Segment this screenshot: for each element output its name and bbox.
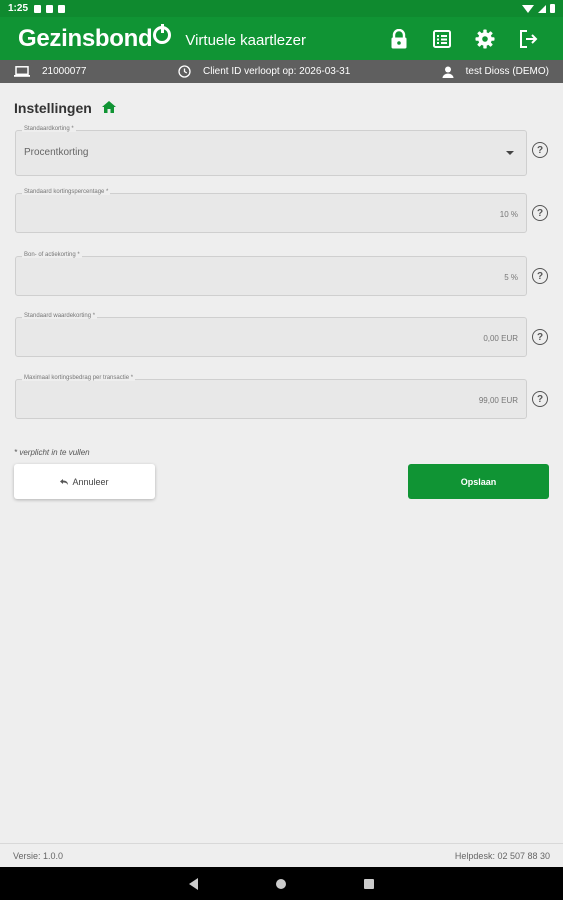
settings-form: Instellingen Standaardkorting * Procentk… bbox=[14, 98, 551, 499]
help-icon[interactable]: ? bbox=[532, 205, 548, 221]
dropdown-arrow-icon bbox=[506, 151, 514, 155]
field-label: Standaard kortingspercentage * bbox=[22, 189, 111, 195]
battery-icon bbox=[550, 4, 555, 13]
gear-icon bbox=[475, 29, 494, 48]
version-text: Versie: 1.0.0 bbox=[13, 850, 64, 861]
field-label: Bon- of actiekorting * bbox=[22, 252, 82, 258]
help-icon[interactable]: ? bbox=[532, 329, 548, 345]
required-note: * verplicht in te vullen bbox=[14, 448, 90, 457]
app-subtitle: Virtuele kaartlezer bbox=[185, 32, 306, 49]
device-id: 21000077 bbox=[42, 66, 87, 77]
field-value: 5 % bbox=[504, 273, 518, 282]
help-icon[interactable]: ? bbox=[532, 142, 548, 158]
laptop-icon bbox=[14, 66, 30, 77]
notification-icon bbox=[58, 4, 66, 13]
user-name: test Dioss (DEMO) bbox=[465, 66, 549, 77]
field-label: Standaardkorting * bbox=[22, 126, 76, 132]
field-value: 99,00 EUR bbox=[478, 396, 518, 405]
recents-icon[interactable] bbox=[364, 878, 374, 889]
status-bar: 1:25 bbox=[0, 0, 563, 17]
signal-icon bbox=[538, 4, 546, 13]
notification-icon bbox=[34, 4, 42, 13]
list-button[interactable] bbox=[420, 17, 463, 60]
page-title: Instellingen bbox=[14, 98, 551, 118]
brand-logo: Gezinsbond bbox=[18, 23, 172, 53]
logout-button[interactable] bbox=[506, 17, 549, 60]
system-nav-bar bbox=[0, 867, 563, 900]
wifi-icon bbox=[522, 4, 534, 13]
status-time: 1:25 bbox=[8, 3, 29, 14]
home-nav-icon[interactable] bbox=[276, 878, 286, 889]
user-icon bbox=[442, 66, 454, 78]
value-discount-field[interactable]: Standaard waardekorting * 0,00 EUR bbox=[15, 313, 527, 357]
field-label: Maximaal kortingsbedrag per transactie * bbox=[22, 375, 136, 381]
home-button[interactable] bbox=[101, 100, 116, 116]
field-value: 10 % bbox=[499, 210, 518, 219]
field-value: 0,00 EUR bbox=[483, 334, 518, 343]
cancel-button[interactable]: Annuleer bbox=[14, 464, 155, 499]
settings-button[interactable] bbox=[463, 17, 506, 60]
save-label: Opslaan bbox=[460, 476, 497, 487]
max-discount-field[interactable]: Maximaal kortingsbedrag per transactie *… bbox=[15, 375, 527, 419]
cancel-label: Annuleer bbox=[72, 476, 109, 487]
save-button[interactable]: Opslaan bbox=[408, 464, 549, 499]
list-icon bbox=[432, 29, 451, 48]
help-icon[interactable]: ? bbox=[532, 268, 548, 284]
voucher-discount-field[interactable]: Bon- of actiekorting * 5 % bbox=[15, 252, 527, 296]
discount-type-select[interactable]: Standaardkorting * Procentkorting bbox=[15, 126, 527, 176]
info-bar: 21000077 Client ID verloopt op: 2026-03-… bbox=[0, 60, 563, 83]
clock-icon bbox=[178, 65, 191, 78]
client-expiry: Client ID verloopt op: 2026-03-31 bbox=[203, 66, 351, 77]
help-icon[interactable]: ? bbox=[532, 391, 548, 407]
field-label: Standaard waardekorting * bbox=[22, 313, 98, 319]
logout-icon bbox=[519, 29, 537, 48]
lock-button[interactable] bbox=[377, 17, 420, 60]
helpdesk-text: Helpdesk: 02 507 88 30 bbox=[454, 850, 550, 861]
home-icon bbox=[101, 101, 116, 113]
notification-icon bbox=[46, 4, 54, 13]
lock-icon bbox=[391, 28, 406, 48]
undo-icon bbox=[60, 478, 69, 485]
brand-mark-icon bbox=[153, 23, 172, 44]
footer: Versie: 1.0.0 Helpdesk: 02 507 88 30 bbox=[0, 843, 563, 867]
page-title-text: Instellingen bbox=[14, 100, 92, 116]
brand-name: Gezinsbond bbox=[18, 24, 153, 52]
discount-percentage-field[interactable]: Standaard kortingspercentage * 10 % bbox=[15, 189, 527, 233]
field-value: Procentkorting bbox=[24, 147, 89, 158]
back-icon[interactable] bbox=[189, 877, 198, 890]
app-bar: Gezinsbond Virtuele kaartlezer bbox=[0, 17, 563, 60]
